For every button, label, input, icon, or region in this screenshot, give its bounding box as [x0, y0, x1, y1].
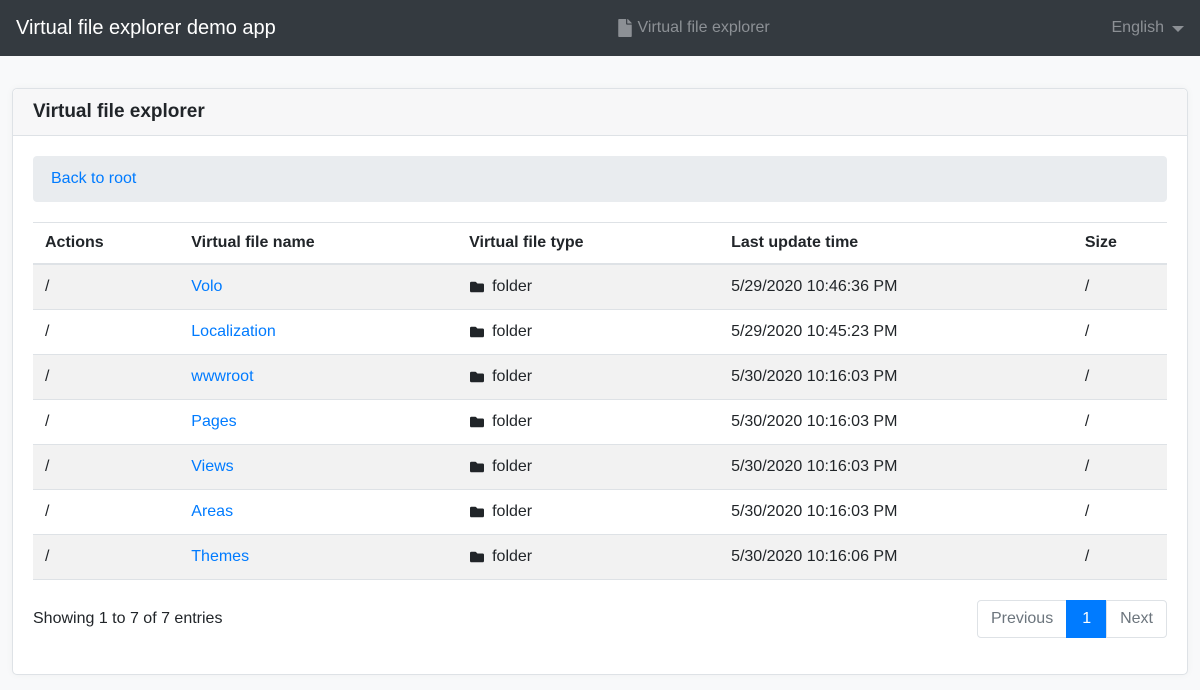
back-to-root-link[interactable]: Back to root: [51, 170, 136, 187]
previous-button[interactable]: Previous: [977, 600, 1067, 638]
file-type-label: folder: [492, 365, 532, 389]
table-row: / Areas folder 5/30/2020 10:16:03 PM /: [33, 490, 1167, 535]
column-header-updated: Last update time: [719, 223, 1073, 265]
file-type-cell: folder: [457, 445, 719, 490]
table-row: / Themes folder 5/30/2020 10:16:06 PM /: [33, 535, 1167, 580]
actions-cell: /: [33, 310, 179, 355]
size-cell: /: [1073, 535, 1167, 580]
updated-cell: 5/29/2020 10:46:36 PM: [719, 264, 1073, 310]
file-name-link[interactable]: Localization: [191, 323, 276, 340]
folder-icon: [469, 460, 485, 474]
column-header-name: Virtual file name: [179, 223, 457, 265]
nav-item-label: Virtual file explorer: [638, 19, 770, 37]
table-body: / Volo folder 5/29/2020 10:46:36 PM / / …: [33, 264, 1167, 580]
table-row: / Pages folder 5/30/2020 10:16:03 PM /: [33, 400, 1167, 445]
updated-cell: 5/30/2020 10:16:03 PM: [719, 400, 1073, 445]
page-1-item: 1: [1067, 600, 1107, 638]
table-row: / Localization folder 5/29/2020 10:45:23…: [33, 310, 1167, 355]
card-title: Virtual file explorer: [13, 89, 1187, 136]
file-name-cell: Pages: [179, 400, 457, 445]
table-footer: Showing 1 to 7 of 7 entries Previous 1 N…: [33, 600, 1167, 638]
navbar: Virtual file explorer demo app Virtual f…: [0, 0, 1200, 56]
column-header-size: Size: [1073, 223, 1167, 265]
file-name-link[interactable]: Views: [191, 458, 233, 475]
table-header-row: Actions Virtual file name Virtual file t…: [33, 223, 1167, 265]
file-type-cell: folder: [457, 535, 719, 580]
page-1-button[interactable]: 1: [1066, 600, 1107, 638]
updated-cell: 5/30/2020 10:16:03 PM: [719, 355, 1073, 400]
updated-cell: 5/29/2020 10:45:23 PM: [719, 310, 1073, 355]
file-type-cell: folder: [457, 310, 719, 355]
file-name-link[interactable]: Pages: [191, 413, 236, 430]
file-type-label: folder: [492, 410, 532, 434]
file-name-link[interactable]: wwwroot: [191, 368, 253, 385]
folder-icon: [469, 505, 485, 519]
table-row: / Views folder 5/30/2020 10:16:03 PM /: [33, 445, 1167, 490]
actions-cell: /: [33, 264, 179, 310]
file-table: Actions Virtual file name Virtual file t…: [33, 222, 1167, 580]
language-label: English: [1112, 19, 1164, 37]
actions-cell: /: [33, 445, 179, 490]
virtual-file-explorer-card: Virtual file explorer Back to root Actio…: [12, 88, 1188, 675]
file-type-label: folder: [492, 320, 532, 344]
language-dropdown[interactable]: English: [1112, 19, 1184, 37]
pagination: Previous 1 Next: [977, 600, 1167, 638]
updated-cell: 5/30/2020 10:16:03 PM: [719, 445, 1073, 490]
file-name-link[interactable]: Volo: [191, 278, 222, 295]
previous-page-item: Previous: [977, 600, 1067, 638]
file-type-cell: folder: [457, 264, 719, 310]
actions-cell: /: [33, 400, 179, 445]
folder-icon: [469, 415, 485, 429]
folder-icon: [469, 325, 485, 339]
size-cell: /: [1073, 400, 1167, 445]
file-name-cell: Volo: [179, 264, 457, 310]
column-header-type: Virtual file type: [457, 223, 719, 265]
actions-cell: /: [33, 535, 179, 580]
folder-icon: [469, 550, 485, 564]
size-cell: /: [1073, 445, 1167, 490]
file-type-label: folder: [492, 500, 532, 524]
column-header-actions: Actions: [33, 223, 179, 265]
file-icon: [618, 19, 632, 37]
folder-icon: [469, 280, 485, 294]
file-type-cell: folder: [457, 400, 719, 445]
file-name-link[interactable]: Themes: [191, 548, 249, 565]
navbar-brand[interactable]: Virtual file explorer demo app: [16, 17, 276, 40]
file-name-cell: wwwroot: [179, 355, 457, 400]
size-cell: /: [1073, 310, 1167, 355]
entries-info: Showing 1 to 7 of 7 entries: [33, 610, 222, 628]
next-page-item: Next: [1107, 600, 1167, 638]
folder-icon: [469, 370, 485, 384]
file-type-cell: folder: [457, 355, 719, 400]
file-name-link[interactable]: Areas: [191, 503, 233, 520]
nav-item-virtual-file-explorer[interactable]: Virtual file explorer: [618, 19, 770, 37]
updated-cell: 5/30/2020 10:16:03 PM: [719, 490, 1073, 535]
file-type-cell: folder: [457, 490, 719, 535]
updated-cell: 5/30/2020 10:16:06 PM: [719, 535, 1073, 580]
file-type-label: folder: [492, 455, 532, 479]
back-to-root-bar: Back to root: [33, 156, 1167, 202]
actions-cell: /: [33, 355, 179, 400]
file-name-cell: Themes: [179, 535, 457, 580]
actions-cell: /: [33, 490, 179, 535]
table-row: / Volo folder 5/29/2020 10:46:36 PM /: [33, 264, 1167, 310]
file-type-label: folder: [492, 545, 532, 569]
size-cell: /: [1073, 355, 1167, 400]
next-button[interactable]: Next: [1106, 600, 1167, 638]
file-name-cell: Views: [179, 445, 457, 490]
caret-down-icon: [1172, 26, 1184, 32]
file-name-cell: Areas: [179, 490, 457, 535]
file-type-label: folder: [492, 275, 532, 299]
size-cell: /: [1073, 490, 1167, 535]
table-row: / wwwroot folder 5/30/2020 10:16:03 PM /: [33, 355, 1167, 400]
file-name-cell: Localization: [179, 310, 457, 355]
size-cell: /: [1073, 264, 1167, 310]
card-body: Back to root Actions Virtual file name V…: [13, 136, 1187, 674]
